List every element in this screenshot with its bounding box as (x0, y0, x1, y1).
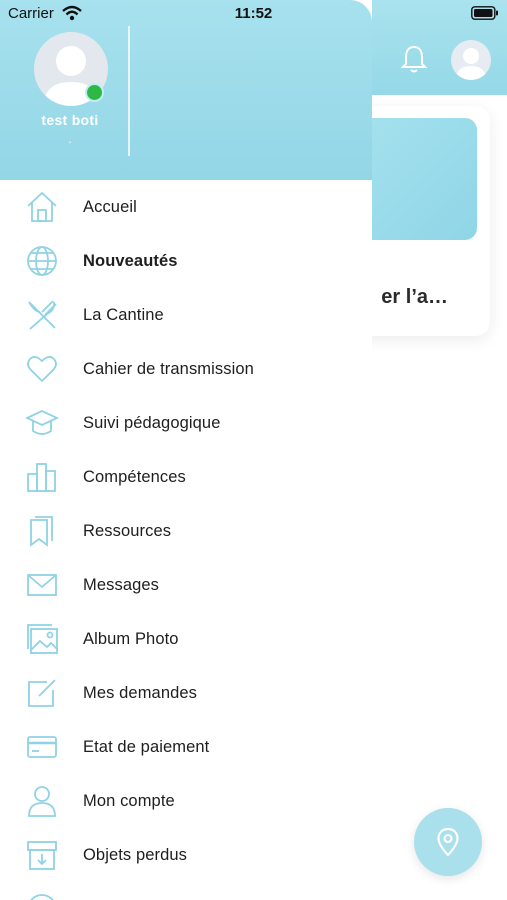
menu-label: Nouveautés (83, 251, 178, 270)
cutlery-icon (24, 297, 60, 333)
menu-item-nouveautes[interactable]: Nouveautés (0, 234, 372, 288)
menu-label: Cahier de transmission (83, 359, 254, 378)
profile-subtitle: . (68, 132, 72, 146)
menu-label: Etat de paiement (83, 737, 210, 756)
credit-card-icon (24, 729, 60, 765)
menu-label: Ressources (83, 521, 172, 540)
graduation-cap-icon (24, 405, 60, 441)
bookmarks-icon (24, 513, 60, 549)
menu-item-suivi-pedagogique[interactable]: Suivi pédagogique (0, 396, 372, 450)
menu-label: Objets perdus (83, 845, 188, 864)
menu-label: La Cantine (83, 305, 164, 324)
edit-icon (24, 675, 60, 711)
menu-item-objets-perdus[interactable]: Objets perdus (0, 828, 372, 882)
heart-icon (24, 351, 60, 387)
online-status-dot (85, 83, 104, 102)
home-icon (24, 189, 60, 225)
menu-item-partial[interactable] (0, 882, 372, 900)
user-icon (24, 783, 60, 819)
location-button[interactable] (414, 808, 482, 876)
envelope-icon (24, 567, 60, 603)
photo-album-icon (24, 621, 60, 657)
bell-icon[interactable] (398, 42, 430, 76)
menu-label: Accueil (83, 197, 137, 216)
menu-item-mon-compte[interactable]: Mon compte (0, 774, 372, 828)
menu-item-messages[interactable]: Messages (0, 558, 372, 612)
status-bar: Carrier 11:52 (0, 0, 507, 28)
menu-item-album-photo[interactable]: Album Photo (0, 612, 372, 666)
menu-label: Mes demandes (83, 683, 198, 702)
menu-label: Mon compte (83, 791, 175, 810)
menu-item-accueil[interactable]: Accueil (0, 180, 372, 234)
menu-label: Album Photo (83, 629, 179, 648)
bar-chart-icon (24, 459, 60, 495)
clock: 11:52 (234, 5, 273, 22)
location-pin-icon (437, 827, 459, 857)
menu-item-la-cantine[interactable]: La Cantine (0, 288, 372, 342)
header-divider (128, 26, 130, 156)
archive-box-icon (24, 837, 60, 873)
battery-icon (471, 6, 498, 20)
menu-label: Messages (83, 575, 160, 594)
menu-item-mes-demandes[interactable]: Mes demandes (0, 666, 372, 720)
menu-item-competences[interactable]: Compétences (0, 450, 372, 504)
globe-icon (24, 243, 60, 279)
profile-name: test boti (41, 112, 99, 128)
menu-label: Compétences (83, 467, 186, 486)
menu-item-cahier-de-transmission[interactable]: Cahier de transmission (0, 342, 372, 396)
menu-label: Suivi pédagogique (83, 413, 221, 432)
navigation-drawer: test boti . Accueil Nouveautés La Cantin… (0, 0, 372, 900)
info-icon (24, 891, 60, 900)
header-avatar[interactable] (451, 40, 491, 80)
menu-item-ressources[interactable]: Ressources (0, 504, 372, 558)
menu-item-etat-de-paiement[interactable]: Etat de paiement (0, 720, 372, 774)
